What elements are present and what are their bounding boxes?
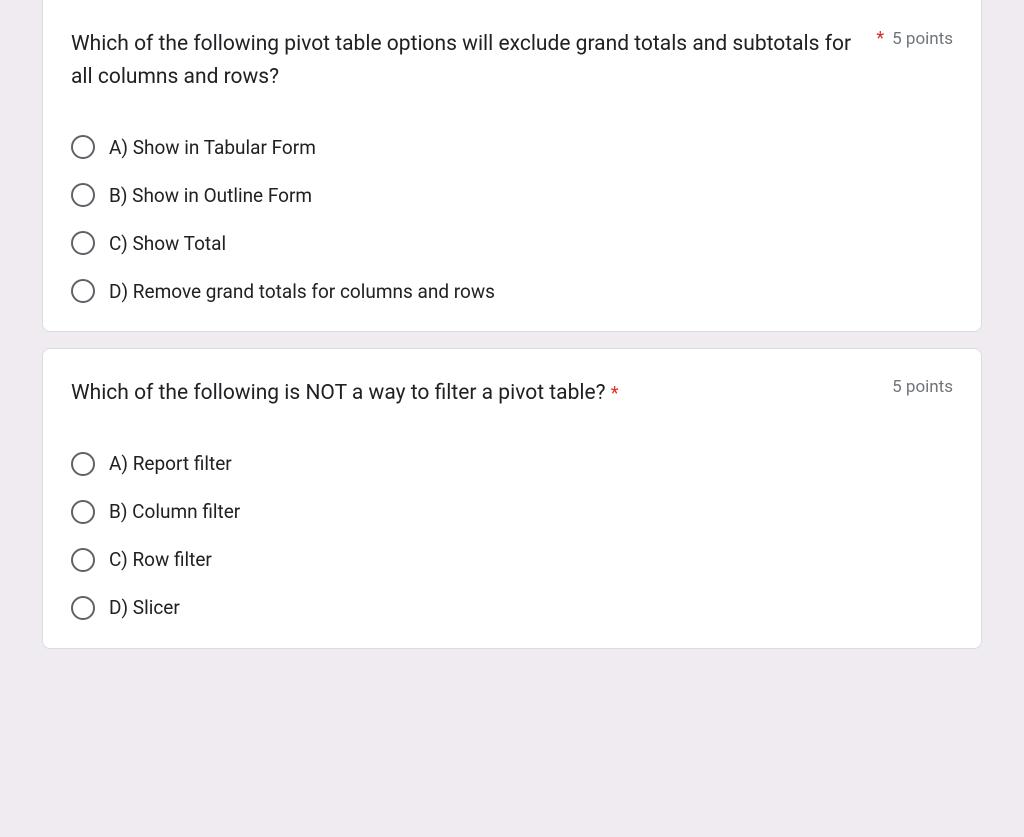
radio-option[interactable]: A) Report filter [71,452,953,476]
question-header: Which of the following pivot table optio… [71,28,953,93]
form-container: Which of the following pivot table optio… [0,0,1024,649]
radio-circle-icon [71,279,95,303]
options-container: A) Show in Tabular Form B) Show in Outli… [71,135,953,303]
option-label: C) Show Total [109,232,226,255]
option-label: A) Report filter [109,452,232,475]
option-label: D) Remove grand totals for columns and r… [109,280,495,303]
question-card: Which of the following pivot table optio… [42,0,982,332]
points-text: 5 points [892,373,953,397]
radio-circle-icon [71,452,95,476]
question-text-content: Which of the following pivot table optio… [71,32,851,89]
radio-circle-icon [71,183,95,207]
radio-option[interactable]: D) Remove grand totals for columns and r… [71,279,953,303]
question-card: Which of the following is NOT a way to f… [42,348,982,649]
option-label: C) Row filter [109,548,212,571]
required-asterisk: * [876,28,884,49]
radio-option[interactable]: C) Show Total [71,231,953,255]
option-label: B) Show in Outline Form [109,184,312,207]
question-text-content: Which of the following is NOT a way to f… [71,381,611,405]
radio-option[interactable]: C) Row filter [71,548,953,572]
question-text: Which of the following pivot table optio… [71,28,856,93]
options-container: A) Report filter B) Column filter C) Row… [71,452,953,620]
radio-circle-icon [71,500,95,524]
option-label: D) Slicer [109,596,180,619]
radio-circle-icon [71,135,95,159]
required-asterisk: * [611,383,619,404]
radio-option[interactable]: B) Show in Outline Form [71,183,953,207]
option-label: B) Column filter [109,500,240,523]
radio-option[interactable]: B) Column filter [71,500,953,524]
option-label: A) Show in Tabular Form [109,136,316,159]
radio-circle-icon [71,231,95,255]
radio-option[interactable]: D) Slicer [71,596,953,620]
points-text: 5 points [892,25,953,49]
question-text: Which of the following is NOT a way to f… [71,377,872,410]
question-points: 5 points [892,377,953,397]
radio-circle-icon [71,548,95,572]
question-header: Which of the following is NOT a way to f… [71,377,953,410]
radio-option[interactable]: A) Show in Tabular Form [71,135,953,159]
radio-circle-icon [71,596,95,620]
question-points: * 5 points [876,28,953,49]
